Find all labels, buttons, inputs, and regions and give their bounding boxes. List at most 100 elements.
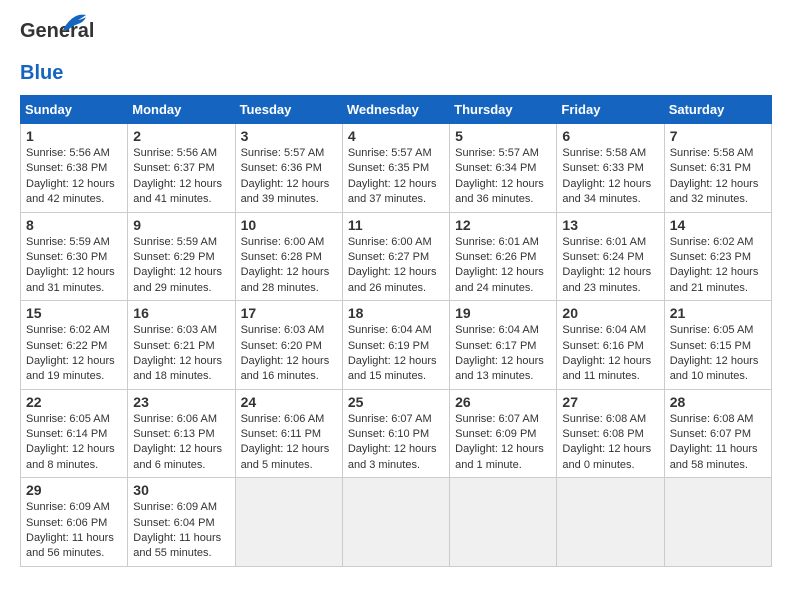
day-info: Sunrise: 5:58 AM Sunset: 6:31 PM Dayligh… — [670, 146, 766, 208]
day-number: 30 — [133, 482, 229, 498]
calendar-day-cell: 14 Sunrise: 6:02 AM Sunset: 6:23 PM Dayl… — [664, 212, 771, 301]
calendar-day-cell: 1 Sunrise: 5:56 AM Sunset: 6:38 PM Dayli… — [21, 124, 128, 213]
calendar-day-cell — [342, 478, 449, 567]
calendar-day-cell: 17 Sunrise: 6:03 AM Sunset: 6:20 PM Dayl… — [235, 301, 342, 390]
day-info: Sunrise: 6:02 AM Sunset: 6:23 PM Dayligh… — [670, 235, 766, 297]
day-number: 16 — [133, 305, 229, 321]
calendar-day-cell: 21 Sunrise: 6:05 AM Sunset: 6:15 PM Dayl… — [664, 301, 771, 390]
calendar-day-cell: 20 Sunrise: 6:04 AM Sunset: 6:16 PM Dayl… — [557, 301, 664, 390]
day-number: 24 — [241, 394, 337, 410]
day-info: Sunrise: 6:08 AM Sunset: 6:08 PM Dayligh… — [562, 412, 658, 474]
day-number: 29 — [26, 482, 122, 498]
calendar-day-cell: 13 Sunrise: 6:01 AM Sunset: 6:24 PM Dayl… — [557, 212, 664, 301]
col-friday: Friday — [557, 96, 664, 124]
calendar-day-cell: 23 Sunrise: 6:06 AM Sunset: 6:13 PM Dayl… — [128, 389, 235, 478]
day-number: 10 — [241, 217, 337, 233]
calendar-day-cell: 22 Sunrise: 6:05 AM Sunset: 6:14 PM Dayl… — [21, 389, 128, 478]
day-number: 28 — [670, 394, 766, 410]
calendar-week-row: 15 Sunrise: 6:02 AM Sunset: 6:22 PM Dayl… — [21, 301, 772, 390]
day-info: Sunrise: 5:59 AM Sunset: 6:29 PM Dayligh… — [133, 235, 229, 297]
day-number: 22 — [26, 394, 122, 410]
day-number: 19 — [455, 305, 551, 321]
day-info: Sunrise: 6:03 AM Sunset: 6:21 PM Dayligh… — [133, 323, 229, 385]
day-info: Sunrise: 6:06 AM Sunset: 6:11 PM Dayligh… — [241, 412, 337, 474]
calendar-week-row: 22 Sunrise: 6:05 AM Sunset: 6:14 PM Dayl… — [21, 389, 772, 478]
day-number: 1 — [26, 128, 122, 144]
col-wednesday: Wednesday — [342, 96, 449, 124]
day-number: 26 — [455, 394, 551, 410]
day-info: Sunrise: 5:59 AM Sunset: 6:30 PM Dayligh… — [26, 235, 122, 297]
calendar-day-cell: 25 Sunrise: 6:07 AM Sunset: 6:10 PM Dayl… — [342, 389, 449, 478]
calendar-day-cell — [557, 478, 664, 567]
calendar-day-cell: 27 Sunrise: 6:08 AM Sunset: 6:08 PM Dayl… — [557, 389, 664, 478]
calendar-week-row: 29 Sunrise: 6:09 AM Sunset: 6:06 PM Dayl… — [21, 478, 772, 567]
calendar-day-cell: 26 Sunrise: 6:07 AM Sunset: 6:09 PM Dayl… — [450, 389, 557, 478]
calendar-day-cell: 8 Sunrise: 5:59 AM Sunset: 6:30 PM Dayli… — [21, 212, 128, 301]
calendar-week-row: 1 Sunrise: 5:56 AM Sunset: 6:38 PM Dayli… — [21, 124, 772, 213]
day-info: Sunrise: 5:58 AM Sunset: 6:33 PM Dayligh… — [562, 146, 658, 208]
day-info: Sunrise: 6:04 AM Sunset: 6:16 PM Dayligh… — [562, 323, 658, 385]
day-info: Sunrise: 6:01 AM Sunset: 6:26 PM Dayligh… — [455, 235, 551, 297]
col-sunday: Sunday — [21, 96, 128, 124]
day-number: 2 — [133, 128, 229, 144]
day-info: Sunrise: 6:03 AM Sunset: 6:20 PM Dayligh… — [241, 323, 337, 385]
day-info: Sunrise: 6:01 AM Sunset: 6:24 PM Dayligh… — [562, 235, 658, 297]
day-info: Sunrise: 6:00 AM Sunset: 6:27 PM Dayligh… — [348, 235, 444, 297]
calendar-day-cell: 9 Sunrise: 5:59 AM Sunset: 6:29 PM Dayli… — [128, 212, 235, 301]
day-info: Sunrise: 6:05 AM Sunset: 6:15 PM Dayligh… — [670, 323, 766, 385]
calendar-week-row: 8 Sunrise: 5:59 AM Sunset: 6:30 PM Dayli… — [21, 212, 772, 301]
day-info: Sunrise: 6:04 AM Sunset: 6:17 PM Dayligh… — [455, 323, 551, 385]
calendar-day-cell: 11 Sunrise: 6:00 AM Sunset: 6:27 PM Dayl… — [342, 212, 449, 301]
day-number: 15 — [26, 305, 122, 321]
day-info: Sunrise: 5:57 AM Sunset: 6:35 PM Dayligh… — [348, 146, 444, 208]
day-number: 3 — [241, 128, 337, 144]
day-info: Sunrise: 6:06 AM Sunset: 6:13 PM Dayligh… — [133, 412, 229, 474]
day-number: 12 — [455, 217, 551, 233]
day-number: 6 — [562, 128, 658, 144]
calendar-day-cell: 19 Sunrise: 6:04 AM Sunset: 6:17 PM Dayl… — [450, 301, 557, 390]
calendar-day-cell: 24 Sunrise: 6:06 AM Sunset: 6:11 PM Dayl… — [235, 389, 342, 478]
calendar-day-cell: 3 Sunrise: 5:57 AM Sunset: 6:36 PM Dayli… — [235, 124, 342, 213]
day-number: 9 — [133, 217, 229, 233]
col-thursday: Thursday — [450, 96, 557, 124]
day-info: Sunrise: 6:08 AM Sunset: 6:07 PM Dayligh… — [670, 412, 766, 474]
day-number: 23 — [133, 394, 229, 410]
day-info: Sunrise: 5:57 AM Sunset: 6:36 PM Dayligh… — [241, 146, 337, 208]
day-number: 17 — [241, 305, 337, 321]
day-number: 18 — [348, 305, 444, 321]
day-number: 11 — [348, 217, 444, 233]
calendar-day-cell: 28 Sunrise: 6:08 AM Sunset: 6:07 PM Dayl… — [664, 389, 771, 478]
day-number: 13 — [562, 217, 658, 233]
calendar-day-cell: 10 Sunrise: 6:00 AM Sunset: 6:28 PM Dayl… — [235, 212, 342, 301]
calendar-header-row: Sunday Monday Tuesday Wednesday Thursday… — [21, 96, 772, 124]
calendar-table: Sunday Monday Tuesday Wednesday Thursday… — [20, 95, 772, 567]
day-info: Sunrise: 6:00 AM Sunset: 6:28 PM Dayligh… — [241, 235, 337, 297]
calendar-day-cell: 15 Sunrise: 6:02 AM Sunset: 6:22 PM Dayl… — [21, 301, 128, 390]
calendar-day-cell: 5 Sunrise: 5:57 AM Sunset: 6:34 PM Dayli… — [450, 124, 557, 213]
day-info: Sunrise: 5:57 AM Sunset: 6:34 PM Dayligh… — [455, 146, 551, 208]
day-number: 8 — [26, 217, 122, 233]
calendar-day-cell: 18 Sunrise: 6:04 AM Sunset: 6:19 PM Dayl… — [342, 301, 449, 390]
calendar-day-cell — [450, 478, 557, 567]
day-info: Sunrise: 5:56 AM Sunset: 6:37 PM Dayligh… — [133, 146, 229, 208]
calendar-day-cell: 29 Sunrise: 6:09 AM Sunset: 6:06 PM Dayl… — [21, 478, 128, 567]
day-info: Sunrise: 5:56 AM Sunset: 6:38 PM Dayligh… — [26, 146, 122, 208]
page-header: General Blue — [20, 20, 772, 85]
calendar-day-cell: 4 Sunrise: 5:57 AM Sunset: 6:35 PM Dayli… — [342, 124, 449, 213]
day-info: Sunrise: 6:09 AM Sunset: 6:04 PM Dayligh… — [133, 500, 229, 562]
day-number: 27 — [562, 394, 658, 410]
day-number: 21 — [670, 305, 766, 321]
calendar-day-cell — [664, 478, 771, 567]
day-number: 5 — [455, 128, 551, 144]
col-saturday: Saturday — [664, 96, 771, 124]
col-tuesday: Tuesday — [235, 96, 342, 124]
logo-blue: Blue — [20, 62, 63, 85]
calendar-day-cell: 2 Sunrise: 5:56 AM Sunset: 6:37 PM Dayli… — [128, 124, 235, 213]
day-info: Sunrise: 6:09 AM Sunset: 6:06 PM Dayligh… — [26, 500, 122, 562]
day-number: 7 — [670, 128, 766, 144]
day-info: Sunrise: 6:04 AM Sunset: 6:19 PM Dayligh… — [348, 323, 444, 385]
calendar-day-cell: 6 Sunrise: 5:58 AM Sunset: 6:33 PM Dayli… — [557, 124, 664, 213]
day-number: 14 — [670, 217, 766, 233]
day-number: 25 — [348, 394, 444, 410]
col-monday: Monday — [128, 96, 235, 124]
